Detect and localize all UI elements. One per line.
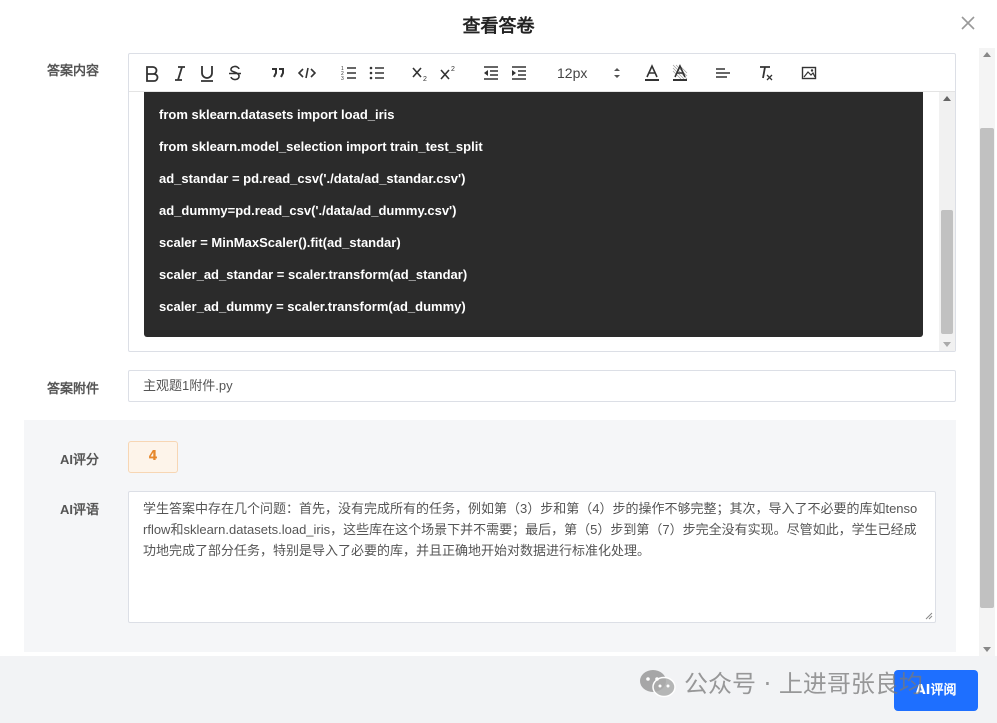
resize-handle-icon[interactable]	[925, 612, 933, 620]
dialog-title: 查看答卷	[462, 16, 535, 37]
dialog-scrollbar[interactable]	[979, 48, 995, 656]
superscript-icon[interactable]: 2	[440, 63, 458, 83]
dialog-header: 查看答卷	[0, 0, 997, 48]
ai-comment-text: 学生答案中存在几个问题：首先，没有完成所有的任务，例如第（3）步和第（4）步的操…	[143, 501, 918, 558]
font-size-value: 12px	[557, 65, 588, 81]
code-line: from sklearn.datasets import load_iris	[159, 107, 395, 122]
align-left-icon[interactable]	[715, 63, 731, 83]
wechat-icon	[640, 670, 676, 698]
scroll-up-arrow-icon[interactable]	[983, 52, 991, 57]
clear-format-icon[interactable]	[758, 63, 774, 83]
image-icon[interactable]	[801, 63, 817, 83]
font-color-icon[interactable]	[644, 63, 660, 83]
scrollbar-thumb[interactable]	[980, 128, 994, 608]
strikethrough-icon[interactable]	[227, 63, 243, 83]
ordered-list-icon[interactable]: 123	[341, 63, 357, 83]
code-line: ad_standar = pd.read_csv('./data/ad_stan…	[159, 171, 466, 186]
blockquote-icon[interactable]	[270, 63, 286, 83]
scrollbar-thumb[interactable]	[941, 210, 953, 334]
bullet-list-icon[interactable]	[369, 63, 385, 83]
editor-content[interactable]: from sklearn.datasets import load_iris f…	[129, 92, 939, 351]
italic-icon[interactable]	[172, 63, 188, 83]
scroll-up-arrow-icon[interactable]	[943, 96, 951, 101]
svg-text:2: 2	[423, 76, 427, 83]
ai-score-label: AI评分	[60, 452, 100, 467]
indent-icon[interactable]	[511, 63, 527, 83]
subscript-icon[interactable]: 2	[412, 63, 430, 83]
outdent-icon[interactable]	[483, 63, 499, 83]
underline-icon[interactable]	[199, 63, 215, 83]
ai-comment-label: AI评语	[60, 502, 100, 517]
bold-icon[interactable]	[144, 63, 160, 83]
code-block-icon[interactable]	[298, 63, 316, 83]
editor-toolbar: 123 2 2 12px	[129, 54, 955, 92]
scroll-down-arrow-icon[interactable]	[943, 342, 951, 347]
rich-text-editor[interactable]: 123 2 2 12px from sklearn.datasets impor…	[128, 53, 956, 352]
code-block[interactable]: from sklearn.datasets import load_iris f…	[144, 92, 923, 337]
attachment-field[interactable]: 主观题1附件.py	[128, 370, 956, 402]
code-line: scaler = MinMaxScaler().fit(ad_standar)	[159, 235, 401, 250]
ai-score-badge: 4	[128, 441, 178, 473]
ai-evaluation-panel: AI评分 4 AI评语 学生答案中存在几个问题：首先，没有完成所有的任务，例如第…	[24, 420, 956, 652]
chevron-updown-icon	[614, 68, 620, 78]
code-line: from sklearn.model_selection import trai…	[159, 139, 483, 154]
font-size-select[interactable]: 12px	[557, 63, 621, 83]
code-line: scaler_ad_standar = scaler.transform(ad_…	[159, 267, 468, 282]
svg-text:3: 3	[341, 76, 344, 82]
svg-text:2: 2	[451, 66, 455, 73]
close-icon[interactable]	[957, 12, 979, 34]
watermark-text: 公众号 · 上进哥张良均	[684, 670, 923, 698]
code-line: ad_dummy=pd.read_csv('./data/ad_dummy.cs…	[159, 203, 457, 218]
scroll-down-arrow-icon[interactable]	[983, 647, 991, 652]
answer-dialog: 查看答卷 答案内容 1 2 3 2 2 12px from sklearn.da…	[0, 0, 997, 723]
editor-scrollbar[interactable]	[939, 92, 955, 351]
ai-comment-textarea[interactable]: 学生答案中存在几个问题：首先，没有完成所有的任务，例如第（3）步和第（4）步的操…	[128, 491, 936, 623]
answer-content-label: 答案内容	[47, 63, 100, 78]
attachment-label: 答案附件	[47, 381, 100, 396]
background-color-icon[interactable]	[672, 63, 688, 83]
code-line: scaler_ad_dummy = scaler.transform(ad_du…	[159, 299, 466, 314]
